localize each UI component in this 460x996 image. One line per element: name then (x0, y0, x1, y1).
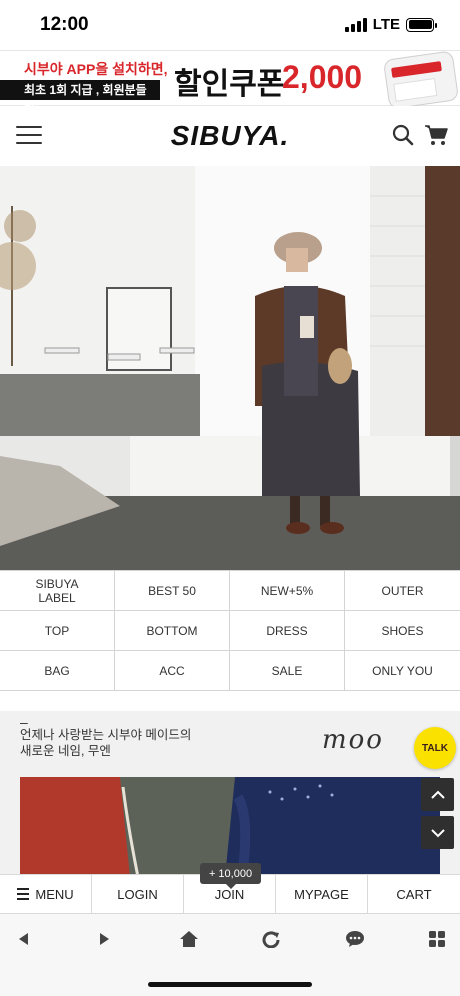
search-icon[interactable] (392, 124, 414, 146)
category-bottom[interactable]: BOTTOM (115, 611, 230, 651)
kakao-talk-button[interactable]: TALK (414, 727, 456, 769)
nav-login[interactable]: LOGIN (92, 875, 184, 913)
battery-icon (406, 17, 437, 32)
category-best-50[interactable]: BEST 50 (115, 571, 230, 611)
category-top[interactable]: TOP (0, 611, 115, 651)
category-grid: SIBUYA LABEL BEST 50 NEW+5% OUTER TOP BO… (0, 570, 460, 691)
category-shoes[interactable]: SHOES (345, 611, 460, 651)
promo-headline: 시부야 APP을 설치하면, (24, 61, 168, 77)
moo-description: 언제나 사랑받는 시부야 메이드의 새로운 네임, 무엔 (20, 727, 191, 759)
site-logo[interactable]: SIBUYA. (0, 120, 460, 152)
menu-icon (17, 888, 30, 900)
grid-icon[interactable] (424, 926, 450, 952)
status-time: 12:00 (40, 14, 89, 35)
promo-amount: 2,000 (282, 59, 363, 95)
moo-signature-logo: moo (322, 725, 384, 755)
chat-icon[interactable] (342, 926, 368, 952)
nav-menu[interactable]: MENU (0, 875, 92, 913)
status-bar: 12:00 LTE (0, 0, 460, 50)
refresh-icon[interactable] (258, 926, 284, 952)
site-header: SIBUYA. (0, 106, 460, 166)
scroll-up-button[interactable] (421, 778, 454, 811)
moo-fabric-image[interactable] (20, 777, 440, 874)
category-new[interactable]: NEW+5% (230, 571, 345, 611)
network-label: LTE (372, 16, 400, 33)
category-sale[interactable]: SALE (230, 651, 345, 691)
moo-brand-section[interactable]: – 언제나 사랑받는 시부야 메이드의 새로운 네임, 무엔 moo (0, 711, 460, 874)
join-reward-badge: + 10,000 (200, 863, 261, 889)
nav-mypage[interactable]: MYPAGE (276, 875, 368, 913)
category-outer[interactable]: OUTER (345, 571, 460, 611)
home-indicator (148, 982, 312, 987)
category-acc[interactable]: ACC (115, 651, 230, 691)
category-only-you[interactable]: ONLY YOU (345, 651, 460, 691)
chevron-up-icon (430, 790, 445, 799)
promo-subline: 최초 1회 지급 , 회원분들만! (0, 80, 160, 117)
hero-product-image[interactable] (0, 166, 460, 570)
chevron-down-icon (430, 828, 445, 837)
home-icon[interactable] (176, 926, 202, 952)
forward-icon[interactable] (92, 926, 118, 952)
signal-icon (344, 17, 367, 32)
promo-coupon-label: 할인쿠폰 (174, 68, 285, 101)
status-indicators: LTE (344, 16, 437, 33)
scroll-down-button[interactable] (421, 816, 454, 849)
nav-menu-label: MENU (35, 886, 74, 902)
phone-illustration (382, 50, 460, 110)
category-dress[interactable]: DRESS (230, 611, 345, 651)
moo-description-line1: 언제나 사랑받는 시부야 메이드의 (20, 728, 192, 742)
nav-cart[interactable]: CART (368, 875, 460, 913)
moo-description-line2: 새로운 네임, 무엔 (20, 744, 111, 758)
category-sibuya-label[interactable]: SIBUYA LABEL (0, 571, 115, 611)
cart-icon[interactable] (424, 123, 448, 147)
category-bag[interactable]: BAG (0, 651, 115, 691)
back-icon[interactable] (10, 926, 36, 952)
app-promo-banner[interactable]: 시부야 APP을 설치하면, 최초 1회 지급 , 회원분들만! 할인쿠폰 2,… (0, 50, 460, 117)
